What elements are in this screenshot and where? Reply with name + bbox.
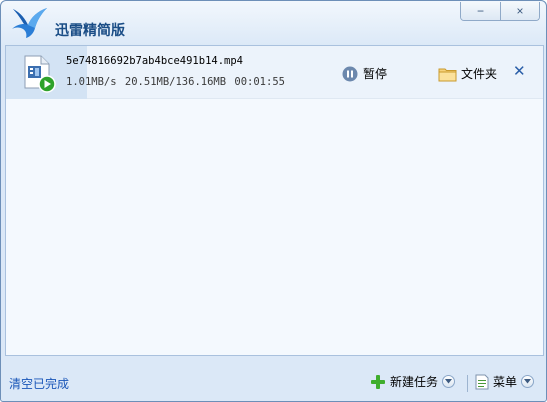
folder-icon (438, 68, 457, 81)
folder-label: 文件夹 (461, 67, 498, 81)
delete-task-button[interactable]: ✕ (513, 63, 526, 81)
clear-completed-link[interactable]: 清空已完成 (9, 375, 69, 392)
pause-label: 暂停 (363, 67, 388, 81)
new-task-button[interactable]: 新建任务 (370, 373, 456, 390)
pause-button[interactable]: 暂停 (342, 65, 387, 82)
pause-icon (342, 66, 358, 81)
window-controls: − × (460, 2, 540, 21)
new-task-dropdown-icon[interactable] (442, 375, 456, 388)
delete-icon: ✕ (513, 63, 526, 80)
task-file-name: 5e74816692b7ab4bce491b14.mp4 (66, 55, 244, 67)
status-separator (467, 375, 468, 392)
task-list[interactable]: 5e74816692b7ab4bce491b14.mp4 1.01MB/s 20… (5, 45, 544, 356)
app-title: 迅雷精简版 (55, 23, 125, 39)
status-bar: 清空已完成 新建任务 菜单 (1, 361, 546, 401)
thunder-bird-logo-icon (12, 8, 47, 38)
download-speed: 1.01MB/s (66, 76, 117, 88)
size-progress: 20.51MB/136.16MB (124, 76, 227, 88)
main-window: 迅雷精简版 − × 5e74816692b7ab4bce491b14.mp4 1… (0, 0, 547, 402)
new-task-label: 新建任务 (390, 375, 439, 389)
plus-icon (371, 374, 385, 389)
menu-dropdown-icon[interactable] (521, 375, 535, 388)
menu-document-icon (475, 374, 489, 389)
title-bar[interactable]: 迅雷精简版 − × (1, 1, 546, 45)
close-icon: × (516, 4, 524, 18)
menu-button[interactable]: 菜单 (475, 373, 535, 390)
minimize-icon: − (476, 4, 484, 18)
time-remaining: 00:01:55 (234, 76, 285, 88)
close-button[interactable]: × (500, 2, 539, 20)
menu-label: 菜单 (493, 375, 518, 389)
task-stats: 1.01MB/s 20.51MB/136.16MB 00:01:55 (66, 76, 285, 88)
task-row[interactable]: 5e74816692b7ab4bce491b14.mp4 1.01MB/s 20… (6, 46, 543, 99)
minimize-button[interactable]: − (461, 2, 500, 20)
open-folder-button[interactable]: 文件夹 (438, 65, 497, 82)
video-file-play-icon (24, 55, 56, 93)
